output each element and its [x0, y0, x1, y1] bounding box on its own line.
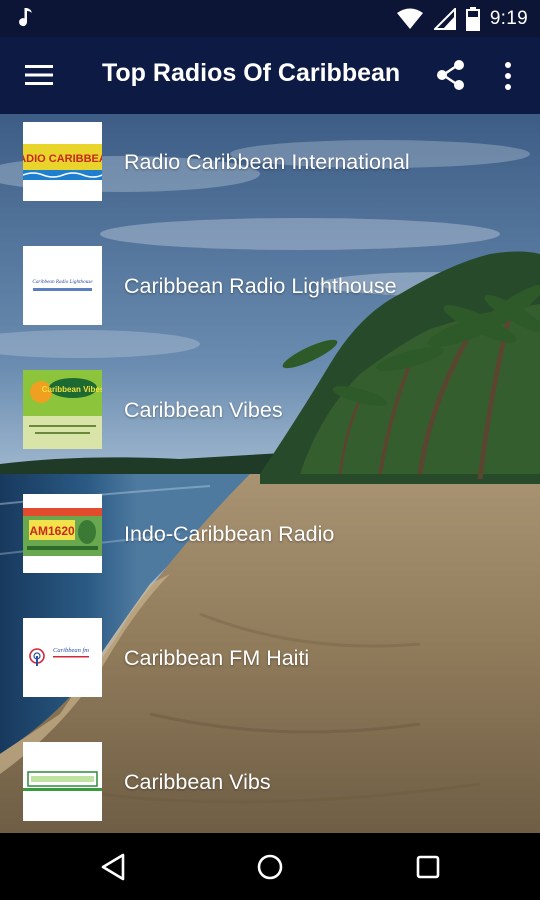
svg-text:Caribbean Radio Lighthouse: Caribbean Radio Lighthouse — [32, 279, 93, 285]
station-item-caribbean-vibs[interactable]: Caribbean Vibs — [0, 734, 540, 833]
battery-icon — [465, 6, 480, 31]
station-item-radio-caribbean-international[interactable]: RADIO CARIBBEAN Radio Caribbean Internat… — [0, 114, 540, 238]
status-time: 9:19 — [489, 7, 528, 29]
station-item-caribbean-radio-lighthouse[interactable]: Caribbean Radio Lighthouse Caribbean Rad… — [0, 238, 540, 362]
station-name: Caribbean FM Haiti — [124, 646, 310, 670]
indo-caribbean-radio-logo: AM1620 — [23, 494, 102, 573]
station-item-indo-caribbean-radio[interactable]: AM1620 Indo-Caribbean Radio — [0, 486, 540, 610]
caribbean-fm-haiti-logo: Caribbean fm — [23, 618, 102, 697]
hamburger-menu-icon[interactable] — [24, 62, 54, 88]
station-logo — [23, 742, 102, 821]
caribbean-vibes-logo: Caribbean Vibes — [23, 370, 102, 449]
more-vert-icon[interactable] — [500, 61, 516, 91]
station-name: Caribbean Vibes — [124, 398, 283, 422]
share-icon[interactable] — [436, 59, 466, 91]
caribbean-radio-lighthouse-logo: Caribbean Radio Lighthouse — [23, 246, 102, 325]
station-name: Caribbean Radio Lighthouse — [124, 274, 397, 298]
svg-text:RADIO CARIBBEAN: RADIO CARIBBEAN — [23, 153, 102, 165]
svg-text:AM1620: AM1620 — [29, 524, 75, 538]
station-name: Indo-Caribbean Radio — [124, 522, 335, 546]
station-item-caribbean-vibes[interactable]: Caribbean Vibes Caribbean Vibes — [0, 362, 540, 486]
home-circle-icon[interactable] — [254, 851, 286, 883]
app-title: Top Radios Of Caribbean — [102, 59, 401, 87]
station-name: Caribbean Vibs — [124, 770, 271, 794]
station-item-caribbean-fm-haiti[interactable]: Caribbean fm Caribbean FM Haiti — [0, 610, 540, 734]
station-logo: Caribbean fm — [23, 618, 102, 697]
navigation-bar — [0, 833, 540, 900]
back-triangle-icon[interactable] — [98, 851, 130, 883]
station-logo: RADIO CARIBBEAN — [23, 122, 102, 201]
app-bar: Top Radios Of Caribbean — [0, 37, 540, 114]
svg-text:Caribbean fm: Caribbean fm — [53, 647, 89, 654]
wifi-icon — [396, 8, 423, 29]
svg-text:Caribbean Vibes: Caribbean Vibes — [42, 385, 102, 394]
status-bar: 9:19 — [0, 0, 540, 37]
status-icons: 9:19 — [396, 0, 528, 37]
station-logo: Caribbean Vibes — [23, 370, 102, 449]
radio-caribbean-logo: RADIO CARIBBEAN — [23, 122, 102, 201]
station-logo: AM1620 — [23, 494, 102, 573]
station-logo: Caribbean Radio Lighthouse — [23, 246, 102, 325]
music-note-icon — [19, 8, 32, 27]
recents-square-icon[interactable] — [412, 851, 444, 883]
cell-signal-icon — [433, 7, 456, 30]
station-list-area[interactable]: RADIO CARIBBEAN Radio Caribbean Internat… — [0, 114, 540, 833]
caribbean-vibs-logo — [23, 742, 102, 821]
station-name: Radio Caribbean International — [124, 150, 410, 174]
